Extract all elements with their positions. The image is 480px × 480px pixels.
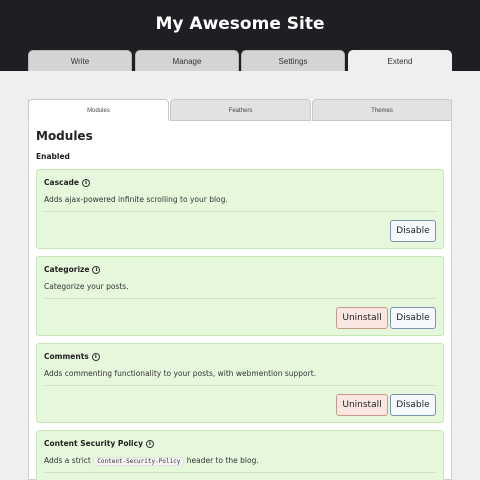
site-title: My Awesome Site <box>155 14 325 34</box>
code-snippet: Content-Security-Policy <box>93 457 185 466</box>
module-name: Categorize i <box>44 265 101 274</box>
module-name: Cascade i <box>44 178 90 187</box>
disable-button[interactable]: Disable <box>390 220 436 242</box>
desc-text: Adds a strict <box>44 456 91 465</box>
module-name-label: Cascade <box>44 178 79 187</box>
disable-button[interactable]: Disable <box>390 307 436 329</box>
info-icon[interactable]: i <box>92 265 101 274</box>
uninstall-button[interactable]: Uninstall <box>336 307 388 329</box>
tab-write[interactable]: Write <box>28 50 132 71</box>
subtab-feathers[interactable]: Feathers <box>170 99 311 121</box>
divider <box>44 211 436 212</box>
module-name-label: Categorize <box>44 265 90 274</box>
module-description: Categorize your posts. <box>44 282 129 291</box>
module-description: Adds ajax-powered infinite scrolling to … <box>44 195 228 204</box>
tab-manage[interactable]: Manage <box>135 50 239 71</box>
divider <box>44 385 436 386</box>
module-card-comments: Comments i Adds commenting functionality… <box>36 343 444 423</box>
divider <box>44 472 436 473</box>
disable-button[interactable]: Disable <box>390 394 436 416</box>
subtab-modules[interactable]: Modules <box>28 99 169 121</box>
page-title: Modules <box>36 129 93 143</box>
module-card-categorize: Categorize i Categorize your posts. Unin… <box>36 256 444 336</box>
module-description: Adds commenting functionality to your po… <box>44 369 317 378</box>
info-icon[interactable]: i <box>82 178 90 187</box>
main-tabs: Write Manage Settings Extend <box>28 50 452 71</box>
module-card-content-security-policy: Content Security Policy i Adds a strict … <box>36 430 444 480</box>
uninstall-button[interactable]: Uninstall <box>336 394 388 416</box>
module-name: Content Security Policy i <box>44 439 154 448</box>
tab-extend[interactable]: Extend <box>348 50 452 71</box>
subtab-themes[interactable]: Themes <box>312 99 452 121</box>
info-icon[interactable]: i <box>91 352 100 361</box>
module-name-label: Content Security Policy <box>44 439 143 448</box>
tab-settings[interactable]: Settings <box>241 50 345 71</box>
module-card-cascade: Cascade i Adds ajax-powered infinite scr… <box>36 169 444 249</box>
desc-text: header to the blog. <box>186 456 259 465</box>
module-name-label: Comments <box>44 352 89 361</box>
sub-tabs: Modules Feathers Themes <box>28 99 452 121</box>
divider <box>44 298 436 299</box>
info-icon[interactable]: i <box>145 439 154 448</box>
module-description: Adds a strict Content-Security-Policy he… <box>44 456 259 466</box>
module-name: Comments i <box>44 352 100 361</box>
section-label-enabled: Enabled <box>36 152 70 161</box>
